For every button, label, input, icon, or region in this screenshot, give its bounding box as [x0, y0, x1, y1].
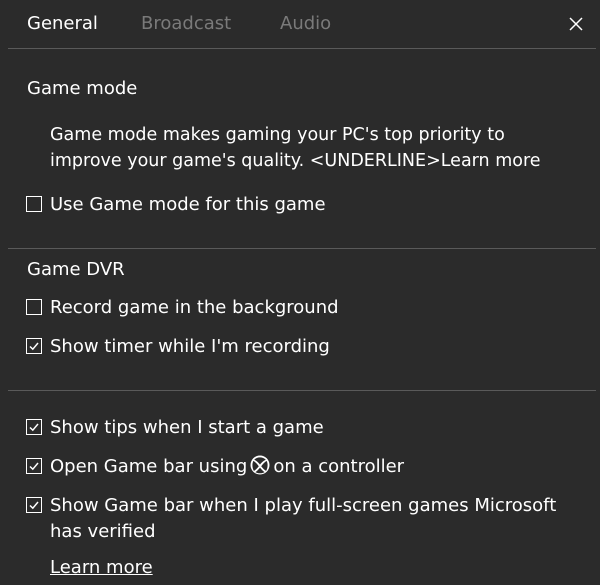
- divider: [8, 390, 596, 391]
- tab-bar: General Broadcast Audio: [0, 0, 600, 48]
- open-game-bar-option[interactable]: Open Game bar using on a controller: [26, 454, 404, 483]
- close-icon: [569, 17, 583, 31]
- use-game-mode-option[interactable]: Use Game mode for this game: [26, 192, 326, 218]
- tab-audio[interactable]: Audio: [280, 12, 331, 36]
- show-game-bar-fullscreen-checkbox[interactable]: [26, 497, 42, 513]
- checkmark-icon: [29, 501, 39, 510]
- divider: [8, 48, 596, 49]
- checkmark-icon: [29, 423, 39, 432]
- show-timer-label: Show timer while I'm recording: [50, 336, 330, 357]
- open-game-bar-label: Open Game bar using on a controller: [50, 454, 404, 483]
- show-tips-option[interactable]: Show tips when I start a game: [26, 415, 324, 441]
- show-timer-option[interactable]: Show timer while I'm recording: [26, 334, 330, 360]
- tab-general[interactable]: General: [27, 12, 98, 36]
- record-background-label: Record game in the background: [50, 297, 339, 318]
- divider: [8, 248, 596, 249]
- game-bar-settings-window: General Broadcast Audio Game mode Game m…: [0, 0, 600, 585]
- show-game-bar-fullscreen-option[interactable]: Show Game bar when I play full-screen ga…: [26, 493, 570, 545]
- game-mode-description: Game mode makes gaming your PC's top pri…: [50, 125, 541, 171]
- show-game-bar-fullscreen-label: Show Game bar when I play full-screen ga…: [50, 495, 557, 542]
- use-game-mode-checkbox[interactable]: [26, 196, 42, 212]
- open-game-bar-suffix: on a controller: [273, 456, 405, 477]
- record-background-option[interactable]: Record game in the background: [26, 295, 339, 321]
- show-tips-label: Show tips when I start a game: [50, 417, 324, 438]
- open-game-bar-checkbox[interactable]: [26, 458, 42, 474]
- close-button[interactable]: [566, 14, 586, 34]
- checkmark-icon: [29, 342, 39, 351]
- xbox-logo-icon: [250, 455, 270, 483]
- record-background-checkbox[interactable]: [26, 299, 42, 315]
- checkmark-icon: [29, 462, 39, 471]
- tab-broadcast[interactable]: Broadcast: [141, 12, 231, 36]
- learn-more-link[interactable]: Learn more: [50, 555, 153, 581]
- use-game-mode-label: Use Game mode for this game: [50, 194, 326, 215]
- game-mode-heading: Game mode: [27, 78, 138, 99]
- show-timer-checkbox[interactable]: [26, 338, 42, 354]
- open-game-bar-prefix: Open Game bar using: [50, 456, 248, 477]
- show-tips-checkbox[interactable]: [26, 419, 42, 435]
- game-dvr-heading: Game DVR: [27, 259, 125, 280]
